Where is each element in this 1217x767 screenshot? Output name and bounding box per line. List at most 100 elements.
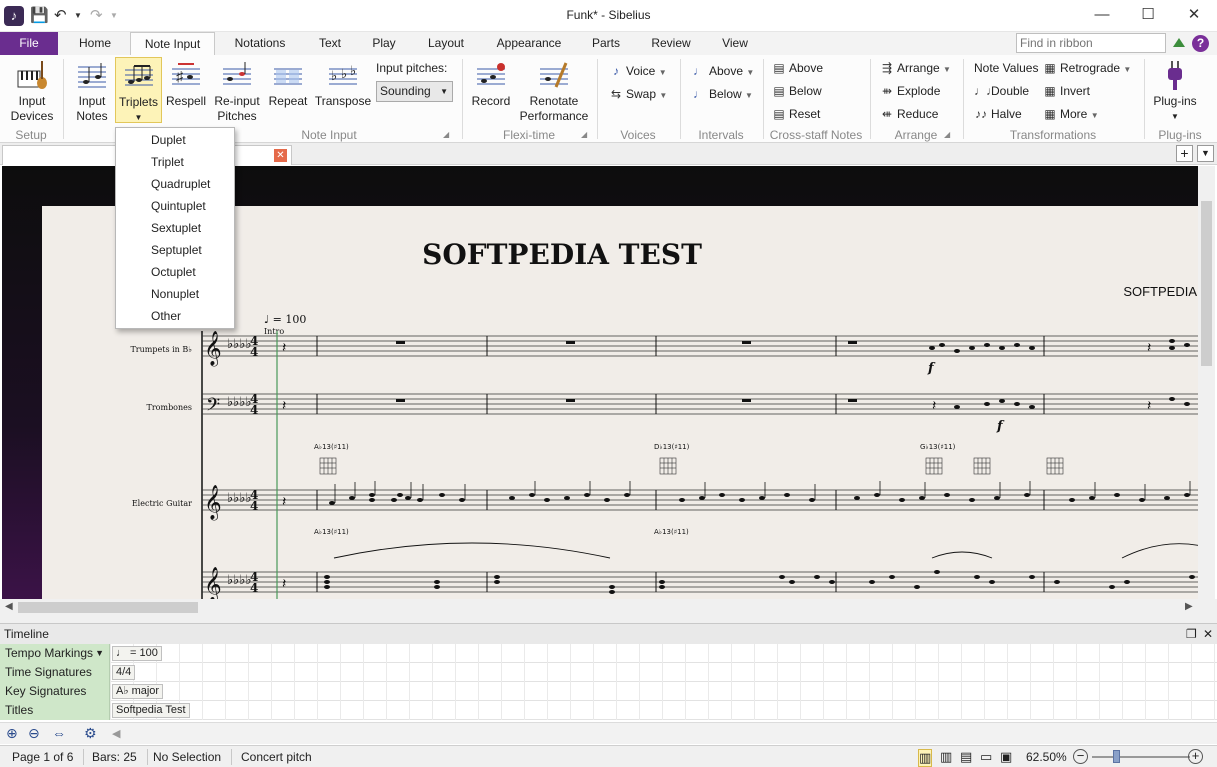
horizontal-scrollbar[interactable]: ◀ ▶ [0, 599, 1198, 616]
timeline-chip[interactable]: Softpedia Test [112, 703, 190, 718]
reinput-pitches-button[interactable]: Re-input Pitches [212, 59, 262, 124]
collapse-ribbon-icon[interactable] [1173, 38, 1185, 47]
close-panel-icon[interactable]: ✕ [1203, 624, 1213, 644]
menu-item-triplet[interactable]: Triplet [151, 151, 184, 173]
zoom-slider-thumb[interactable] [1113, 750, 1120, 763]
flexi-time-launcher-icon[interactable]: ◢ [581, 130, 587, 139]
interval-below-button[interactable]: ♩ Below ▼ [692, 85, 753, 103]
plugins-button[interactable]: Plug-ins ▼ [1150, 59, 1200, 124]
menu-item-other[interactable]: Other [151, 305, 181, 327]
tab-notations[interactable]: Notations [222, 32, 298, 55]
timeline-row[interactable]: Titles Softpedia Test [0, 701, 1217, 720]
fit-width-icon[interactable]: ⇔ [52, 725, 66, 741]
new-tab-icon[interactable]: + [1176, 145, 1193, 162]
menu-item-quintuplet[interactable]: Quintuplet [151, 195, 206, 217]
arrange-button[interactable]: ⇶ Arrange ▼ [880, 59, 951, 77]
swap-button[interactable]: ⇆ Swap ▼ [609, 85, 667, 103]
repeat-button[interactable]: Repeat [266, 59, 310, 109]
zoom-in-icon[interactable]: ⊕ [6, 725, 18, 742]
timeline-toolbar: ⊕ ⊖ ⇔ ⚙ ◀ [0, 722, 1217, 744]
maximize-button[interactable]: ☐ [1125, 0, 1171, 32]
find-in-ribbon-input[interactable] [1016, 33, 1166, 53]
triplets-button[interactable]: Triplets ▼ [115, 57, 162, 123]
cross-staff-above-button[interactable]: ▤ Above [772, 59, 823, 77]
invert-button[interactable]: ▦ Invert [1043, 82, 1090, 100]
view-page-icon[interactable]: ▥ [918, 749, 933, 767]
menu-item-duplet[interactable]: Duplet [151, 129, 186, 151]
timeline-row[interactable]: Time Signatures 4/4 [0, 663, 1217, 682]
more-button[interactable]: ▦ More ▼ [1043, 105, 1098, 123]
tab-text[interactable]: Text [308, 32, 352, 55]
close-document-icon[interactable]: ✕ [274, 149, 287, 162]
transpose-button[interactable]: ♭ ♭ ♭ Transpose [314, 59, 372, 109]
tab-file[interactable]: File [0, 32, 58, 55]
view-scroll-icon[interactable]: ▤ [960, 749, 972, 765]
tab-appearance[interactable]: Appearance [486, 32, 572, 55]
tab-home[interactable]: Home [68, 32, 122, 55]
menu-item-octuplet[interactable]: Octuplet [151, 261, 196, 283]
filter-icon[interactable]: ▼ [95, 644, 104, 663]
zoom-slider-track[interactable] [1092, 756, 1190, 758]
zoom-out-icon[interactable]: ⊖ [28, 725, 40, 742]
repeat-icon [274, 68, 302, 85]
view-spreads-icon[interactable]: ▥ [940, 749, 952, 765]
record-button[interactable]: Record [468, 59, 514, 109]
menu-item-sextuplet[interactable]: Sextuplet [151, 217, 201, 239]
note-input-launcher-icon[interactable]: ◢ [443, 130, 449, 139]
minimize-button[interactable]: — [1079, 0, 1125, 32]
tab-review[interactable]: Review [642, 32, 700, 55]
close-button[interactable]: ✕ [1171, 0, 1217, 32]
timeline-row[interactable]: Key Signatures A♭ major [0, 682, 1217, 701]
scroll-left-icon[interactable]: ◀ [5, 601, 13, 612]
menu-item-nonuplet[interactable]: Nonuplet [151, 283, 199, 305]
status-page[interactable]: Page 1 of 6 [12, 749, 85, 765]
timeline-chip[interactable]: 4/4 [112, 665, 136, 680]
view-panorama-icon[interactable]: ▭ [980, 749, 992, 765]
cross-staff-reset-button[interactable]: ▤ Reset [772, 105, 820, 123]
reduce-button[interactable]: ⇺ Reduce [880, 105, 938, 123]
menu-item-quadruplet[interactable]: Quadruplet [151, 173, 210, 195]
timeline-chip[interactable]: ♩ = 100 [112, 646, 162, 661]
input-devices-button[interactable]: Input Devices [7, 59, 57, 124]
zoom-out-button[interactable]: − [1073, 749, 1088, 764]
renotate-performance-button[interactable]: Renotate Performance [518, 59, 590, 124]
tab-play[interactable]: Play [362, 32, 406, 55]
gear-icon[interactable]: ⚙ [84, 725, 97, 742]
tab-view[interactable]: View [712, 32, 758, 55]
svg-text:4: 4 [250, 345, 258, 359]
tab-list-icon[interactable]: ▼ [1197, 145, 1214, 162]
input-notes-button[interactable]: Input Notes [70, 59, 114, 124]
status-pitch[interactable]: Concert pitch [241, 749, 322, 765]
panel-splitter[interactable] [0, 616, 1217, 623]
rehearsal-mark: Intro [264, 327, 284, 336]
horizontal-scroll-thumb[interactable] [18, 602, 198, 613]
group-label-transformations: Transformations [1009, 128, 1097, 142]
vertical-scrollbar[interactable] [1198, 166, 1215, 599]
arrange-launcher-icon[interactable]: ◢ [944, 130, 950, 139]
tab-parts[interactable]: Parts [584, 32, 628, 55]
double-button[interactable]: ♩♩Double [974, 82, 1029, 100]
zoom-in-button[interactable]: + [1188, 749, 1203, 764]
view-fullscreen-icon[interactable]: ▣ [1000, 749, 1012, 765]
cross-staff-below-button[interactable]: ▤ Below [772, 82, 821, 100]
more-icon: ▦ [1044, 107, 1056, 121]
input-pitches-select[interactable]: Sounding ▼ [376, 81, 453, 102]
svg-text:♭♭♭♭: ♭♭♭♭ [227, 395, 252, 410]
vertical-scroll-thumb[interactable] [1201, 201, 1212, 366]
explode-button[interactable]: ⇻ Explode [880, 82, 940, 100]
scroll-left-icon[interactable]: ◀ [112, 727, 120, 740]
help-icon[interactable]: ? [1192, 35, 1209, 52]
timeline-row[interactable]: Tempo Markings ▼ ♩ = 100 [0, 644, 1217, 663]
double-label: Double [991, 84, 1030, 98]
retrograde-button[interactable]: ▦ Retrograde ▼ [1043, 59, 1131, 77]
respell-button[interactable]: ♯ Respell [164, 59, 208, 109]
scroll-right-icon[interactable]: ▶ [1185, 601, 1193, 612]
halve-button[interactable]: ♪♪ Halve [974, 105, 1022, 123]
menu-item-septuplet[interactable]: Septuplet [151, 239, 202, 261]
tab-note-input[interactable]: Note Input [130, 32, 215, 55]
timeline-chip[interactable]: A♭ major [112, 684, 164, 699]
interval-above-button[interactable]: ♩ Above ▼ [692, 62, 754, 80]
tab-layout[interactable]: Layout [416, 32, 476, 55]
restore-panel-icon[interactable]: ❐ [1186, 624, 1197, 644]
voice-button[interactable]: ♪ Voice ▼ [609, 62, 667, 80]
